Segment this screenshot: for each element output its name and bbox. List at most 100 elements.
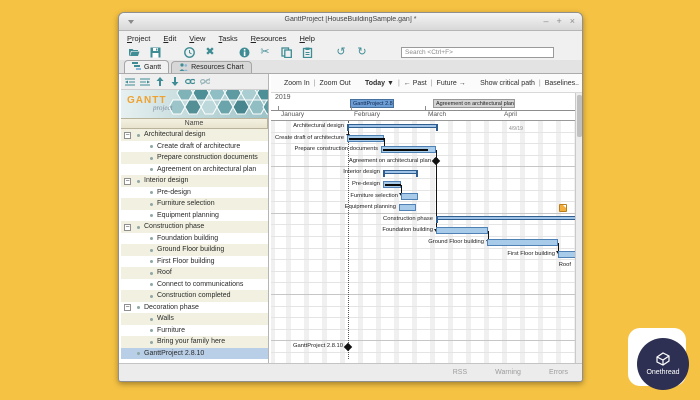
toolbar-icons: ✖ ✂ ↺ ↻ bbox=[127, 46, 376, 59]
tree-row-construction-completed[interactable]: Construction completed bbox=[121, 290, 268, 302]
tree-row-ganttproject-2-8-10[interactable]: GanttProject 2.8.10 bbox=[121, 348, 268, 360]
month-tick bbox=[351, 106, 352, 111]
status-errors[interactable]: Errors bbox=[549, 369, 568, 376]
collapse-expander-icon[interactable] bbox=[124, 304, 131, 311]
clock-icon[interactable] bbox=[182, 46, 196, 59]
tree-row-furniture[interactable]: Furniture bbox=[121, 325, 268, 337]
save-icon[interactable] bbox=[148, 46, 162, 59]
gantt-bar-furniture-selection[interactable] bbox=[401, 193, 418, 200]
timeline-year: 2019 bbox=[275, 94, 291, 101]
chart-toolbar-today[interactable]: Today ▼ bbox=[365, 80, 394, 87]
task-name: Roof bbox=[157, 267, 172, 279]
gantt-bar-ground-floor-building[interactable] bbox=[487, 239, 558, 246]
bar-label: Pre-design bbox=[271, 179, 380, 191]
task-name: Ground Floor building bbox=[157, 244, 224, 256]
tree-row-bring-your-family-here[interactable]: Bring your family here bbox=[121, 336, 268, 348]
tree-row-equipment-planning[interactable]: Equipment planning bbox=[121, 210, 268, 222]
chart-toolbar-zoom-in[interactable]: Zoom In bbox=[284, 80, 310, 87]
scrollbar-thumb[interactable] bbox=[577, 95, 582, 137]
timeline-label-ganttproject-2-8-10[interactable]: GanttProject 2.8.10 bbox=[350, 99, 394, 108]
collapse-expander-icon[interactable] bbox=[124, 132, 131, 139]
grid-row bbox=[271, 260, 575, 272]
bar-label: Furniture selection bbox=[271, 191, 398, 203]
tree-row-first-floor-building[interactable]: First Floor building bbox=[121, 256, 268, 268]
collapse-expander-icon[interactable] bbox=[124, 224, 131, 231]
menu-tasks[interactable]: Tasks bbox=[218, 34, 237, 43]
name-column-header[interactable]: Name bbox=[121, 118, 268, 129]
titlebar[interactable]: GanttProject [HouseBuildingSample.gan] *… bbox=[119, 13, 582, 31]
paste-icon[interactable] bbox=[300, 46, 314, 59]
menu-resources[interactable]: Resources bbox=[251, 34, 287, 43]
outdent-icon[interactable] bbox=[140, 77, 150, 86]
menu-help[interactable]: Help bbox=[299, 34, 314, 43]
minimize-button[interactable]: – bbox=[543, 15, 548, 28]
task-bullet-icon bbox=[150, 157, 153, 160]
status-rss[interactable]: RSS bbox=[453, 369, 467, 376]
search-input[interactable] bbox=[401, 47, 554, 58]
timeline-label-agreement-on-architectural-plan[interactable]: Agreement on architectural plan bbox=[433, 99, 515, 108]
task-name: First Floor building bbox=[157, 256, 215, 268]
task-bullet-icon bbox=[137, 352, 140, 355]
tree-row-pre-design[interactable]: Pre-design bbox=[121, 187, 268, 199]
move-down-icon[interactable] bbox=[170, 77, 180, 86]
tree-row-decoration-phase[interactable]: Decoration phase bbox=[121, 302, 268, 314]
redo-icon[interactable]: ↻ bbox=[355, 46, 369, 59]
gantt-bar-foundation-building[interactable] bbox=[436, 227, 488, 234]
task-name: Architectural design bbox=[144, 129, 205, 141]
close-button[interactable]: × bbox=[570, 15, 575, 28]
tree-row-agreement-on-architectural-plan[interactable]: Agreement on architectural plan bbox=[121, 164, 268, 176]
tree-row-furniture-selection[interactable]: Furniture selection bbox=[121, 198, 268, 210]
tree-row-create-draft-of-architecture[interactable]: Create draft of architecture bbox=[121, 141, 268, 153]
menu-edit[interactable]: Edit bbox=[163, 34, 176, 43]
tab-resources-chart[interactable]: Resources Chart bbox=[171, 61, 252, 73]
window-menu-icon[interactable] bbox=[128, 20, 134, 24]
gantt-bar-prepare-construction-documents[interactable] bbox=[381, 146, 436, 153]
open-icon[interactable] bbox=[127, 46, 141, 59]
delete-icon[interactable]: ✖ bbox=[203, 46, 217, 59]
chart-timeline: 2019 GanttProject 2.8.10 Agreement on arc… bbox=[271, 93, 582, 121]
chart-toolbar-show-critical-path[interactable]: Show critical path bbox=[480, 80, 535, 87]
main-toolbar: ✖ ✂ ↺ ↻ bbox=[119, 45, 582, 60]
chart-toolbar-past[interactable]: ← Past bbox=[404, 80, 427, 87]
task-name: Pre-design bbox=[157, 187, 191, 199]
chart-toolbar-zoom-out[interactable]: Zoom Out bbox=[320, 80, 351, 87]
chart-vertical-scrollbar[interactable] bbox=[575, 93, 582, 365]
tree-row-prepare-construction-documents[interactable]: Prepare construction documents bbox=[121, 152, 268, 164]
copy-icon[interactable] bbox=[279, 46, 293, 59]
gantt-summary-architectural-design[interactable] bbox=[347, 124, 438, 128]
gantt-bar-equipment-planning[interactable] bbox=[399, 204, 416, 211]
gantt-bar-pre-design[interactable] bbox=[383, 181, 401, 188]
gantt-summary-construction-phase[interactable] bbox=[436, 216, 575, 220]
indent-icon[interactable] bbox=[125, 77, 135, 86]
task-note-icon[interactable] bbox=[559, 204, 567, 212]
task-name: Furniture selection bbox=[157, 198, 215, 210]
tree-row-walls[interactable]: Walls bbox=[121, 313, 268, 325]
tree-row-architectural-design[interactable]: Architectural design bbox=[121, 129, 268, 141]
chart-toolbar-future[interactable]: Future → bbox=[437, 80, 466, 87]
tree-row-roof[interactable]: Roof bbox=[121, 267, 268, 279]
undo-icon[interactable]: ↺ bbox=[334, 46, 348, 59]
gantt-summary-interior-design[interactable] bbox=[383, 170, 418, 174]
tree-row-foundation-building[interactable]: Foundation building bbox=[121, 233, 268, 245]
gantt-chart-icon bbox=[132, 62, 141, 72]
info-icon[interactable] bbox=[237, 46, 251, 59]
tree-row-ground-floor-building[interactable]: Ground Floor building bbox=[121, 244, 268, 256]
maximize-button[interactable]: + bbox=[556, 15, 561, 28]
tree-row-connect-to-communications[interactable]: Connect to communications bbox=[121, 279, 268, 291]
link-icon[interactable] bbox=[185, 77, 195, 86]
task-name: GanttProject 2.8.10 bbox=[144, 348, 204, 360]
menu-project[interactable]: Project bbox=[127, 34, 150, 43]
gantt-bar-create-draft-of-architecture[interactable] bbox=[347, 135, 384, 142]
chart-toolbar-baselines[interactable]: Baselines.. bbox=[545, 80, 579, 87]
unlink-icon[interactable] bbox=[200, 77, 210, 86]
status-warning[interactable]: Warning bbox=[495, 369, 521, 376]
gantt-bar-first-floor-building[interactable] bbox=[558, 251, 575, 258]
tree-row-construction-phase[interactable]: Construction phase bbox=[121, 221, 268, 233]
collapse-expander-icon[interactable] bbox=[124, 178, 131, 185]
tab-gantt[interactable]: Gantt bbox=[124, 60, 169, 73]
move-up-icon[interactable] bbox=[155, 77, 165, 86]
tree-row-interior-design[interactable]: Interior design bbox=[121, 175, 268, 187]
menu-view[interactable]: View bbox=[189, 34, 205, 43]
cut-icon[interactable]: ✂ bbox=[258, 46, 272, 59]
onethread-icon bbox=[653, 352, 673, 367]
